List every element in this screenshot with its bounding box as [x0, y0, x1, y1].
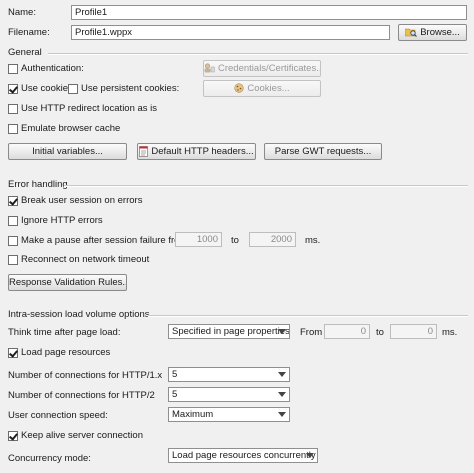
persistent-cookies-label: Use persistent cookies: [81, 83, 180, 94]
load-resources-label: Load page resources [21, 347, 111, 358]
reconnect-label: Reconnect on network timeout [21, 254, 150, 265]
think-time-value: Specified in page properties [172, 326, 290, 337]
concurrency-select[interactable]: Load page resources concurrently [168, 448, 318, 463]
concurrency-value: Load page resources concurrently [172, 450, 316, 461]
error-handling-divider [64, 185, 468, 187]
http2-label: Number of connections for HTTP/2 [8, 390, 155, 401]
http1-select[interactable]: 5 [168, 367, 290, 382]
use-cookies-checkbox[interactable] [8, 84, 18, 94]
concurrency-label: Concurrency mode: [8, 453, 91, 464]
filename-input[interactable]: Profile1.wppx [71, 25, 390, 40]
speed-select[interactable]: Maximum [168, 407, 290, 422]
pause-to-input[interactable]: 2000 [249, 232, 296, 247]
cookies-label: Cookies... [247, 83, 290, 94]
pause-ms-label: ms. [305, 235, 321, 246]
break-session-label: Break user session on errors [21, 195, 143, 206]
from-input[interactable]: 0 [324, 324, 370, 339]
browse-button[interactable]: Browse... [398, 24, 467, 41]
think-ms-label: ms. [442, 327, 458, 338]
cookies-button[interactable]: Cookies... [203, 80, 321, 97]
speed-value: Maximum [172, 409, 214, 420]
document-list-icon [139, 146, 149, 157]
parse-gwt-button[interactable]: Parse GWT requests... [264, 143, 382, 160]
intra-session-title: Intra-session load volume options [8, 309, 150, 320]
general-divider [48, 53, 468, 55]
ignore-http-label: Ignore HTTP errors [21, 215, 103, 226]
emulate-cache-checkbox[interactable] [8, 124, 18, 134]
authentication-label: Authentication: [21, 63, 84, 74]
pause-to-label: to [231, 235, 239, 246]
keep-alive-checkbox[interactable] [8, 431, 18, 441]
filename-label: Filename: [8, 27, 50, 38]
default-headers-label: Default HTTP headers... [151, 146, 254, 157]
http2-select[interactable]: 5 [168, 387, 290, 402]
error-handling-title: Error handling [8, 179, 68, 190]
chevron-down-icon [278, 329, 286, 334]
to-input[interactable]: 0 [390, 324, 437, 339]
think-time-label: Think time after page load: [8, 327, 121, 338]
make-pause-checkbox[interactable] [8, 236, 18, 246]
pause-from-input[interactable]: 1000 [175, 232, 222, 247]
credentials-button[interactable]: Credentials/Certificates... [203, 60, 321, 77]
keep-alive-label: Keep alive server connection [21, 430, 143, 441]
cookie-icon [234, 83, 244, 94]
name-label: Name: [8, 7, 36, 18]
make-pause-label: Make a pause after session failure from [21, 235, 188, 246]
http-redirect-checkbox[interactable] [8, 104, 18, 114]
to-label: to [376, 327, 384, 338]
chevron-down-icon [278, 372, 286, 377]
general-title: General [8, 47, 42, 58]
response-validation-button[interactable]: Response Validation Rules... [8, 274, 127, 291]
http1-value: 5 [172, 369, 178, 380]
http2-value: 5 [172, 389, 178, 400]
persistent-cookies-checkbox[interactable] [68, 84, 78, 94]
reconnect-checkbox[interactable] [8, 255, 18, 265]
think-time-select[interactable]: Specified in page properties [168, 324, 290, 339]
chevron-down-icon [278, 392, 286, 397]
folder-search-icon [405, 29, 418, 38]
load-resources-checkbox[interactable] [8, 348, 18, 358]
initial-variables-button[interactable]: Initial variables... [8, 143, 127, 160]
http1-label: Number of connections for HTTP/1.x [8, 370, 163, 381]
browse-label: Browse... [420, 27, 460, 38]
ignore-http-checkbox[interactable] [8, 216, 18, 226]
http-redirect-label: Use HTTP redirect location as is [21, 103, 158, 114]
emulate-cache-label: Emulate browser cache [21, 123, 121, 134]
default-headers-button[interactable]: Default HTTP headers... [137, 143, 256, 160]
name-input[interactable]: Profile1 [71, 5, 467, 20]
speed-label: User connection speed: [8, 410, 108, 421]
chevron-down-icon [306, 453, 314, 458]
credentials-icon [204, 63, 215, 73]
chevron-down-icon [278, 412, 286, 417]
intra-session-divider [148, 315, 468, 317]
credentials-label: Credentials/Certificates... [218, 63, 321, 74]
authentication-checkbox[interactable] [8, 64, 18, 74]
use-cookies-label: Use cookies [21, 83, 73, 94]
break-session-checkbox[interactable] [8, 196, 18, 206]
from-label: From [300, 327, 323, 338]
